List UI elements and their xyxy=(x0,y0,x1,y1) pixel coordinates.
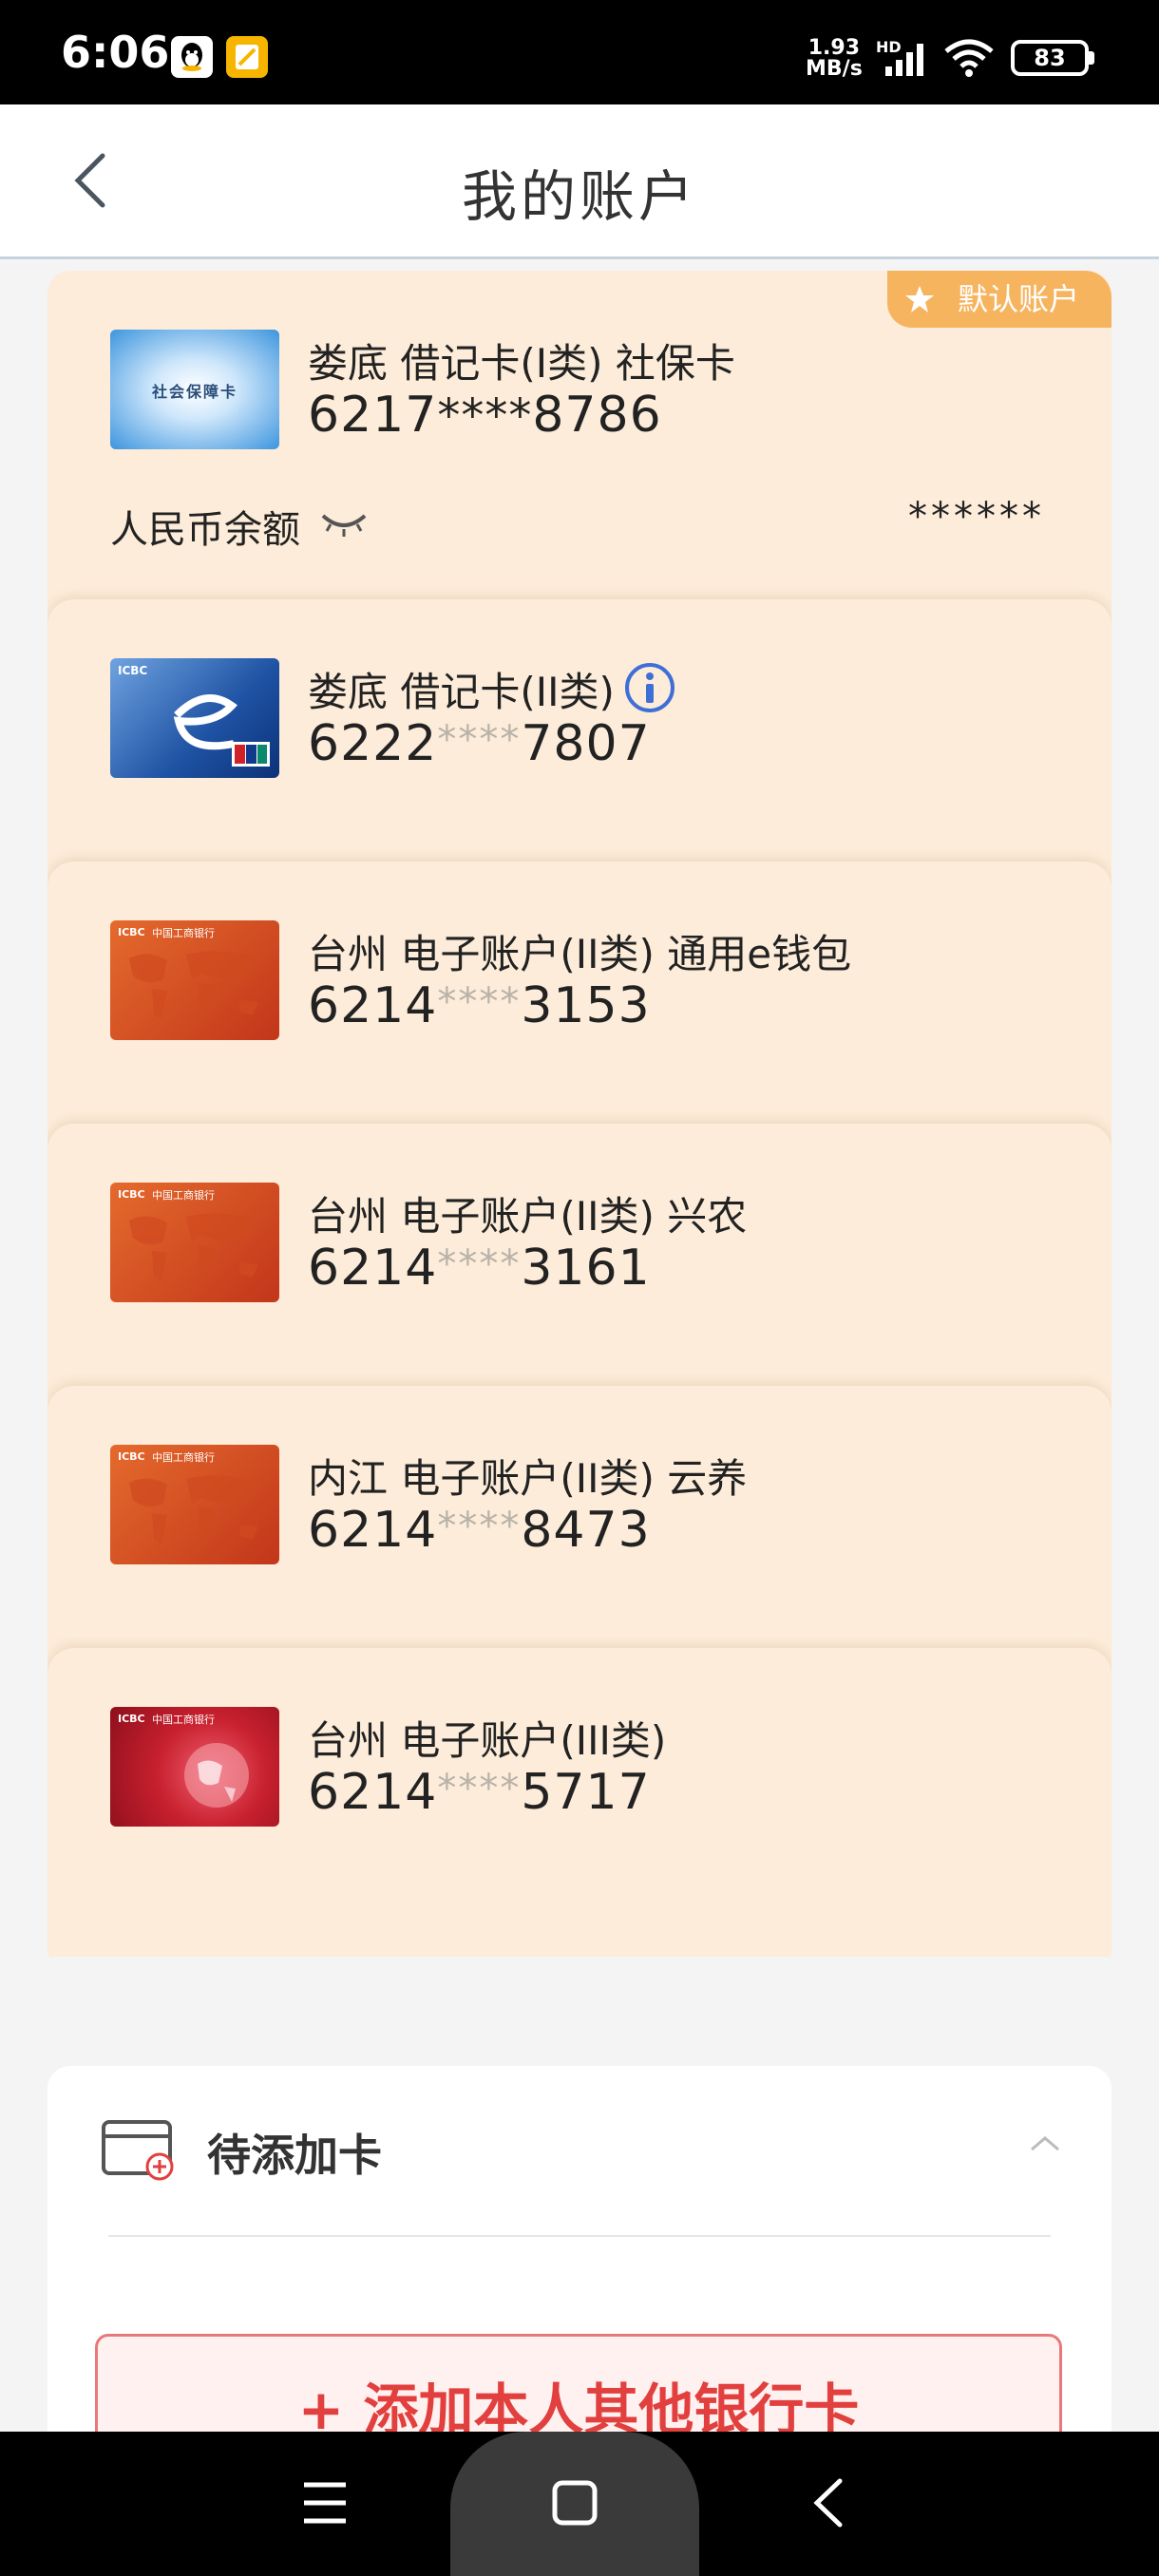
account-card[interactable]: ICBC 中国工商银行 台州 电子账户(III类) 6214****5717 xyxy=(48,1648,1112,1971)
world-map-icon xyxy=(129,951,258,1019)
notes-app-icon xyxy=(226,36,268,78)
eye-closed-icon[interactable] xyxy=(319,510,369,539)
star-icon xyxy=(905,286,934,313)
account-card[interactable]: ICBC 中国工商银行 台州 电子账户(II类) 通用e钱包 6214****3… xyxy=(48,862,1112,1143)
card-thumbnail: ICBC 中国工商银行 xyxy=(110,1707,279,1827)
home-square-icon[interactable] xyxy=(551,2479,598,2527)
account-number: 6214****3153 xyxy=(308,977,651,1034)
social-security-card-image: 社会保障卡 xyxy=(110,330,279,449)
back-arrow-icon[interactable] xyxy=(809,2477,847,2529)
account-name: 台州 电子账户(III类) xyxy=(308,1717,667,1764)
card-thumbnail: ICBC 中国工商银行 xyxy=(110,920,279,1040)
account-card[interactable]: ICBC 娄底 借记卡(II类) 6222****7807 xyxy=(48,599,1112,881)
balance-label: 人民币余额 xyxy=(110,508,300,552)
signal-icon xyxy=(885,44,923,76)
account-name: 台州 电子账户(II类) 通用e钱包 xyxy=(308,931,852,977)
status-time: 6:06 xyxy=(61,27,170,78)
card-thumbnail: ICBC xyxy=(110,658,279,778)
chevron-up-icon[interactable] xyxy=(1028,2132,1062,2155)
menu-icon[interactable] xyxy=(302,2479,348,2527)
section-divider xyxy=(108,2235,1051,2237)
account-name: 台州 电子账户(II类) 兴农 xyxy=(308,1193,748,1240)
account-card-list: 默认账户 社会保障卡 娄底 借记卡(I类) 社保卡 6217****8786 人… xyxy=(48,271,1112,1971)
net-speed: 1.93 MB/s xyxy=(806,36,863,81)
battery-cap xyxy=(1089,51,1094,65)
info-icon[interactable] xyxy=(624,662,675,713)
card-thumbnail: ICBC 中国工商银行 xyxy=(110,1445,279,1564)
e-logo-icon xyxy=(173,694,270,767)
account-card[interactable]: ICBC 中国工商银行 内江 电子账户(II类) 云养 6214****8473 xyxy=(48,1386,1112,1667)
app-header: 我的账户 xyxy=(0,104,1159,259)
account-name: 娄底 借记卡(II类) xyxy=(308,660,675,718)
account-name: 内江 电子账户(II类) 云养 xyxy=(308,1455,748,1502)
account-number: 6214****8473 xyxy=(308,1502,651,1559)
world-map-icon xyxy=(129,1475,258,1544)
account-card[interactable]: ICBC 中国工商银行 台州 电子账户(II类) 兴农 6214****3161 xyxy=(48,1124,1112,1405)
account-name: 娄底 借记卡(I类) 社保卡 xyxy=(308,340,735,387)
add-card-icon xyxy=(102,2120,174,2181)
balance-value: ****** xyxy=(908,495,1045,539)
account-number: 6214****3161 xyxy=(308,1240,651,1297)
globe-icon xyxy=(184,1743,249,1808)
system-navigation-bar xyxy=(0,2432,1159,2576)
default-account-badge: 默认账户 xyxy=(887,271,1112,328)
page-title: 我的账户 xyxy=(461,164,697,229)
account-number: 6217****8786 xyxy=(308,387,662,444)
qq-app-icon xyxy=(171,36,213,78)
card-thumbnail: ICBC 中国工商银行 xyxy=(110,1183,279,1302)
wifi-icon xyxy=(944,39,994,77)
account-card[interactable]: 默认账户 社会保障卡 娄底 借记卡(I类) 社保卡 6217****8786 人… xyxy=(48,271,1112,603)
battery-indicator: 83 xyxy=(1011,40,1089,76)
pending-cards-title: 待添加卡 xyxy=(207,2130,382,2181)
world-map-icon xyxy=(129,1213,258,1281)
status-bar: 6:06 1.93 MB/s HD 83 xyxy=(0,0,1159,104)
account-number: 6222****7807 xyxy=(308,715,651,772)
pending-cards-section: 待添加卡 + 添加本人其他银行卡 xyxy=(48,2066,1112,2467)
account-number: 6214****5717 xyxy=(308,1764,651,1821)
